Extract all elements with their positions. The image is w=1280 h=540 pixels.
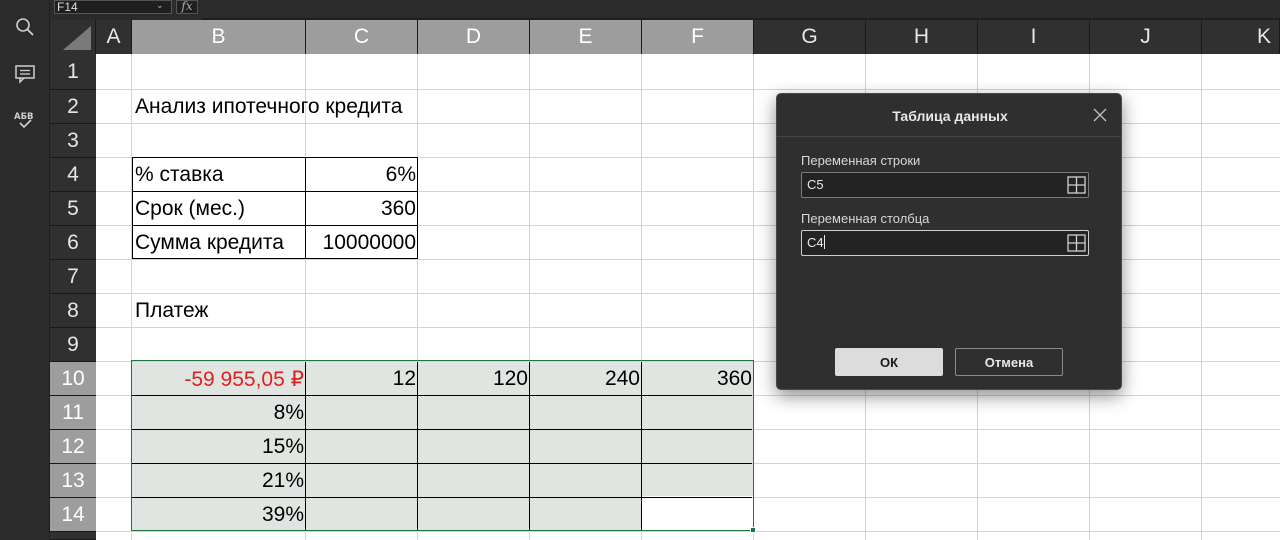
row-input-field[interactable]: C5 xyxy=(801,172,1089,198)
dialog-title: Таблица данных xyxy=(892,108,1008,124)
row-header-12[interactable]: 12 xyxy=(50,430,96,464)
column-input-label: Переменная столбца xyxy=(801,211,930,226)
row-header-4[interactable]: 4 xyxy=(50,158,96,192)
cell-b14-rate[interactable]: 39% xyxy=(132,498,306,532)
column-header-b[interactable]: B xyxy=(132,20,306,54)
column-header-c[interactable]: C xyxy=(306,20,418,54)
row-header-13[interactable]: 13 xyxy=(50,464,96,498)
cell-b4-rate-label[interactable]: % ставка xyxy=(132,158,306,192)
close-icon[interactable] xyxy=(1093,108,1107,122)
cell-b6-amount-label[interactable]: Сумма кредита xyxy=(132,226,306,260)
cell-b13-rate[interactable]: 21% xyxy=(132,464,306,498)
comment-icon[interactable] xyxy=(12,61,38,87)
column-header-i[interactable]: I xyxy=(978,20,1090,54)
column-header-d[interactable]: D xyxy=(418,20,530,54)
select-all-icon xyxy=(63,26,91,50)
column-input-value: C4 xyxy=(807,235,824,250)
spelling-icon[interactable]: АБВ xyxy=(12,107,38,133)
cell-c4-rate-value[interactable]: 6% xyxy=(306,158,418,192)
data-table-dialog: Таблица данных Переменная строки C5 Пере… xyxy=(776,93,1122,390)
cancel-button[interactable]: Отмена xyxy=(955,348,1063,376)
name-box[interactable]: F14 xyxy=(54,0,172,14)
row-input-label: Переменная строки xyxy=(801,153,921,168)
row-header-7[interactable]: 7 xyxy=(50,260,96,294)
cell-c5-term-value[interactable]: 360 xyxy=(306,192,418,226)
chevron-down-icon[interactable]: ⌄ xyxy=(156,0,164,10)
cell-e10-term[interactable]: 240 xyxy=(530,362,642,396)
left-rail: АБВ xyxy=(0,0,50,540)
cell-c6-amount-value[interactable]: 10000000 xyxy=(306,226,418,260)
column-header-g[interactable]: G xyxy=(754,20,866,54)
range-select-icon[interactable] xyxy=(1067,234,1086,252)
cell-b5-term-label[interactable]: Срок (мес.) xyxy=(132,192,306,226)
cell-b8-payment-label[interactable]: Платеж xyxy=(132,294,306,328)
cell-b2-title[interactable]: Анализ ипотечного кредита xyxy=(132,90,532,124)
column-input-field[interactable]: C4 xyxy=(801,230,1089,256)
cell-d10-term[interactable]: 120 xyxy=(418,362,530,396)
cell-b11-rate[interactable]: 8% xyxy=(132,396,306,430)
row-header-14[interactable]: 14 xyxy=(50,498,96,532)
row-header-1[interactable]: 1 xyxy=(50,54,96,90)
cell-b12-rate[interactable]: 15% xyxy=(132,430,306,464)
column-header-h[interactable]: H xyxy=(866,20,978,54)
column-header-j[interactable]: J xyxy=(1090,20,1202,54)
column-header-e[interactable]: E xyxy=(530,20,642,54)
ok-button[interactable]: ОК xyxy=(835,348,943,376)
formula-bar: F14 ⌄ fx xyxy=(50,0,1280,20)
range-select-icon[interactable] xyxy=(1067,176,1086,194)
row-header-10[interactable]: 10 xyxy=(50,362,96,396)
dialog-divider xyxy=(777,136,1121,137)
row-header-5[interactable]: 5 xyxy=(50,192,96,226)
text-caret xyxy=(823,235,825,249)
row-header-2[interactable]: 2 xyxy=(50,90,96,124)
cell-b10-payment-formula[interactable]: -59 955,05 ₽ xyxy=(132,362,306,396)
row-header-6[interactable]: 6 xyxy=(50,226,96,260)
row-input-value: C5 xyxy=(807,177,824,192)
row-header-3[interactable]: 3 xyxy=(50,124,96,158)
column-header-a[interactable]: A xyxy=(96,20,132,54)
row-header-8[interactable]: 8 xyxy=(50,294,96,328)
column-header-k[interactable]: K xyxy=(1202,20,1280,54)
function-button[interactable]: fx xyxy=(176,0,198,14)
row-header-15[interactable] xyxy=(50,532,96,540)
select-all-button[interactable] xyxy=(50,20,96,54)
search-icon[interactable] xyxy=(12,14,38,40)
fill-handle[interactable] xyxy=(750,527,756,533)
row-header-11[interactable]: 11 xyxy=(50,396,96,430)
cell-f10-term[interactable]: 360 xyxy=(642,362,754,396)
column-header-f[interactable]: F xyxy=(642,20,754,54)
row-header-9[interactable]: 9 xyxy=(50,328,96,362)
cell-c10-term[interactable]: 12 xyxy=(306,362,418,396)
